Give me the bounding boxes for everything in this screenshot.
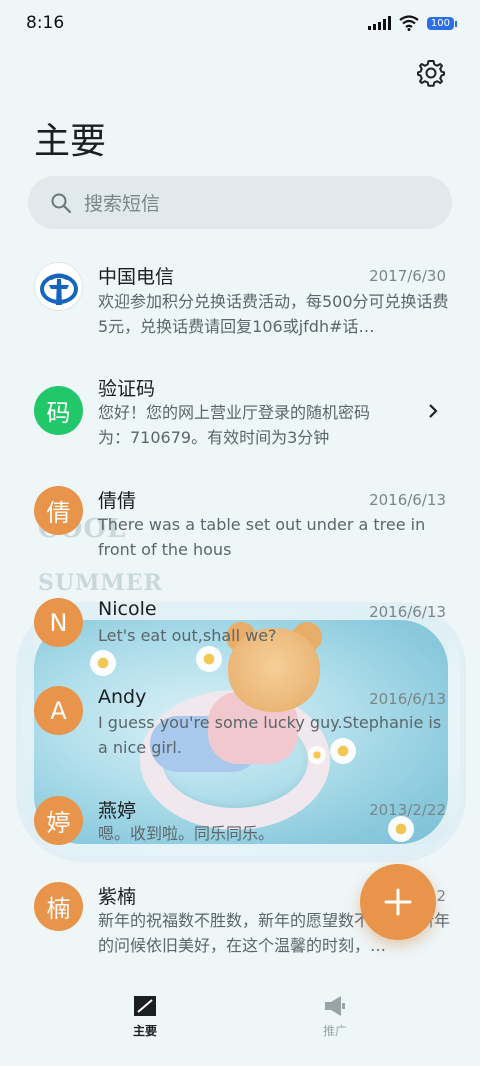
conversation-date: 2016/6/13 [369, 491, 446, 509]
chat-icon [134, 996, 156, 1016]
avatar: 婷 [34, 796, 83, 845]
avatar: 码 [34, 386, 83, 435]
avatar: 楠 [34, 882, 83, 931]
avatar: N [34, 598, 83, 647]
conversation-date: 2013/2/22 [369, 801, 446, 819]
daisy-image [196, 646, 222, 672]
china-telecom-logo-icon [34, 262, 83, 311]
conversation-name: 倩倩 [98, 490, 137, 512]
conversation-preview: There was a table set out under a tree i… [98, 515, 426, 559]
conversation-name: 验证码 [98, 378, 156, 400]
conversation-date: 2 [436, 887, 446, 905]
nav-item-main[interactable]: 主要 [105, 994, 185, 1066]
conversation-name: 燕婷 [98, 800, 137, 822]
battery-icon: 100 [426, 16, 458, 30]
conversation-date: 2016/6/13 [369, 690, 446, 708]
avatar: 倩 [34, 486, 83, 535]
search-input[interactable]: 搜索短信 [28, 176, 452, 229]
megaphone-icon [325, 996, 345, 1016]
wifi-icon [399, 15, 419, 31]
conversation-preview: 欢迎参加积分兑换话费活动，每500分可兑换话费5元，兑换话费请回复106或jfd… [98, 292, 449, 336]
page-title: 主要 [34, 121, 107, 162]
status-bar: 8:16 100 [0, 0, 480, 46]
conversation-date: 2016/6/13 [369, 603, 446, 621]
status-time: 8:16 [26, 13, 65, 33]
signal-icon [367, 16, 391, 30]
search-icon [51, 193, 72, 213]
settings-gear-icon[interactable] [416, 58, 446, 88]
new-message-button[interactable] [360, 864, 436, 940]
plus-icon [384, 888, 412, 916]
wallpaper-text-summer: SUMMER [38, 570, 163, 596]
conversation-name: 中国电信 [98, 266, 175, 288]
conversation-date: 2017/6/30 [369, 267, 446, 285]
daisy-image [90, 650, 116, 676]
nav-label: 主要 [132, 1024, 157, 1038]
conversation-name: Nicole [98, 598, 157, 620]
nav-label: 推广 [322, 1024, 347, 1038]
conversation-preview: 嗯。收到啦。同乐同乐。 [98, 824, 275, 843]
chevron-right-icon[interactable] [426, 404, 440, 418]
nav-item-promotions[interactable]: 推广 [295, 994, 375, 1066]
conversation-preview: 您好！您的网上营业厅登录的随机密码为：710679。有效时间为3分钟 [98, 403, 371, 447]
status-icons: 100 [367, 15, 458, 31]
conversation-name: 紫楠 [98, 886, 137, 908]
search-placeholder: 搜索短信 [84, 193, 161, 215]
conversation-preview: Let's eat out,shall we? [98, 626, 277, 645]
bottom-nav: 主要 推广 [0, 984, 480, 1066]
conversation-name: Andy [98, 686, 147, 708]
avatar: A [34, 686, 83, 735]
conversation-preview: I guess you're some lucky guy.Stephanie … [98, 713, 442, 757]
